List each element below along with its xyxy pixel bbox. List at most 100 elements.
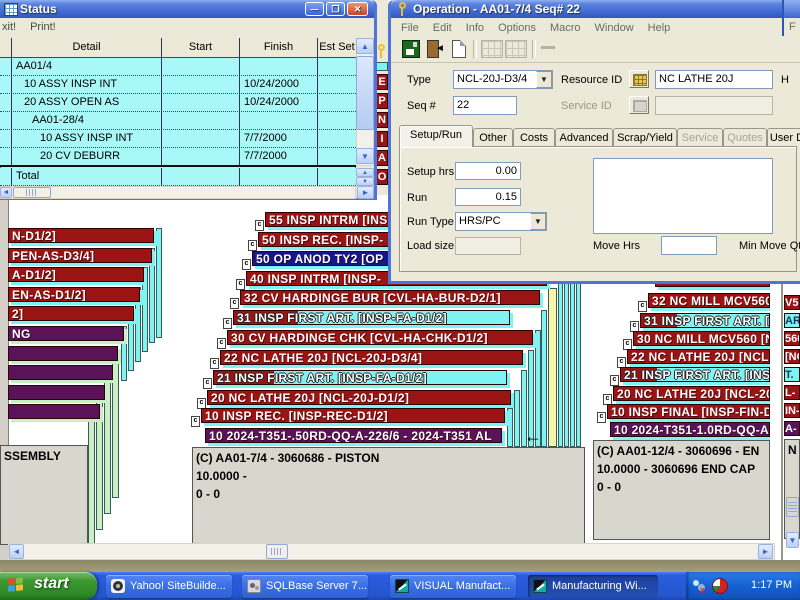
taskbar-task-manufacturing-wi-[interactable]: Manufacturing Wi... [528, 575, 658, 598]
tab-setup-run[interactable]: Setup/Run [399, 125, 473, 147]
taskbar-task-sqlbase-server-7-[interactable]: SQLBase Server 7... [242, 575, 368, 598]
resource-lookup-button[interactable] [629, 70, 649, 88]
status-hscrollbar[interactable] [0, 186, 356, 199]
gantt-bar-body: 21 INSP FIRST ART. [INSP [620, 367, 770, 382]
gantt-bar-left-9[interactable] [0, 404, 102, 426]
table-row[interactable]: 20 ASSY OPEN AS10/24/2000 [0, 94, 356, 112]
column-header-estset[interactable]: Est Set [318, 38, 356, 58]
menu-item[interactable]: Macro [550, 22, 581, 34]
menu-item[interactable]: File [401, 22, 419, 34]
tab-user-de[interactable]: User De [767, 128, 800, 147]
status-spinner-up[interactable]: ▲ [356, 168, 374, 177]
minimize-button[interactable]: — [305, 2, 324, 16]
column-header-detail[interactable]: Detail [12, 38, 162, 58]
gantt-bar-left-4[interactable]: 2] [0, 306, 136, 328]
row-gutter [0, 130, 12, 148]
gantt-bar-middle-6[interactable]: c30 CV HARDINGE CHK [CVL-HA-CHK-D1/2] [217, 330, 535, 352]
resource-id-field[interactable]: NC LATHE 20J [655, 70, 773, 89]
cell-finish: 10/24/2000 [240, 94, 318, 112]
table-row[interactable]: 10 ASSY INSP INT10/24/2000 [0, 76, 356, 94]
toolbar-separator-2 [532, 40, 536, 58]
gantt-bar-middle-4[interactable]: c32 CV HARDINGE BUR [CVL-HA-BUR-D2/1] [230, 290, 542, 312]
gantt-bar-middle-5[interactable]: c31 INSP FIRST ART. [INSP-FA-D1/2] [223, 310, 512, 332]
menu-item[interactable]: Options [498, 22, 536, 34]
taskbar-task-visual-manufact-[interactable]: VISUAL Manufact... [390, 575, 516, 598]
seq-field[interactable]: 22 [453, 96, 517, 115]
notes-textarea[interactable] [593, 158, 773, 234]
column-header-finish[interactable]: Finish [240, 38, 318, 58]
status-vscroll-thumb[interactable] [356, 56, 374, 130]
gantt-bar-label: 40 INSP INTRM [INSP- [250, 272, 381, 286]
tab-advanced[interactable]: Advanced [555, 128, 613, 147]
gantt-hscroll-thumb[interactable] [266, 544, 288, 559]
gantt-bar-left-0[interactable]: N-D1/2] [0, 228, 156, 250]
operation-titlebar[interactable]: Operation - AA01-7/4 Seq# 22 [391, 0, 800, 18]
close-button[interactable]: ✕ [347, 2, 368, 16]
save-button[interactable] [401, 39, 421, 59]
table-row[interactable]: AA01-28/4 [0, 112, 356, 130]
status-hscroll-thumb[interactable] [13, 187, 51, 198]
new-document-button[interactable] [449, 39, 469, 59]
type-dropdown-arrow[interactable]: ▼ [536, 71, 552, 88]
tab-service[interactable]: Service [677, 128, 723, 147]
table-row[interactable]: AA01/4 [0, 58, 356, 76]
tab-quotes[interactable]: Quotes [723, 128, 767, 147]
gantt-bar-middle-7[interactable]: c22 NC LATHE 20J [NCL-20J-D3/4] [210, 350, 525, 372]
status-vscroll-down-button[interactable]: ▼ [356, 148, 374, 164]
menu-item[interactable]: Help [648, 22, 671, 34]
work-order-card-left[interactable]: SSEMBLY [0, 445, 88, 545]
grid-button-disabled-2[interactable] [505, 40, 527, 58]
menu-item[interactable]: Print! [30, 21, 56, 33]
tray-antivirus-icon[interactable] [712, 578, 728, 594]
taskbar-task-yahoo-sitebuilde-[interactable]: Yahoo! SiteBuilde... [106, 575, 232, 598]
menu-item[interactable]: xit! [2, 21, 16, 33]
line-button-disabled[interactable] [541, 46, 555, 49]
start-button[interactable]: start [0, 572, 97, 600]
background-vscroll-thumb[interactable] [786, 497, 799, 517]
status-vscroll-up-button[interactable]: ▲ [356, 38, 374, 54]
run-type-dropdown-arrow[interactable]: ▼ [530, 213, 546, 230]
gantt-hscrollbar[interactable] [8, 543, 775, 560]
tab-other[interactable]: Other [473, 128, 513, 147]
tab-costs[interactable]: Costs [513, 128, 555, 147]
gantt-hscroll-left-button[interactable]: ◄ [9, 544, 24, 559]
service-id-field-disabled [655, 96, 773, 115]
grid-button-disabled-1[interactable] [481, 40, 503, 58]
cell-estset [318, 112, 356, 130]
menu-item[interactable]: Window [595, 22, 634, 34]
table-row[interactable]: 10 ASSY INSP INT7/7/2000 [0, 130, 356, 148]
work-order-card-middle[interactable]: (C) AA01-7/4 - 3060686 - PISTON10.0000 -… [192, 447, 585, 545]
menu-item[interactable]: Info [466, 22, 484, 34]
gantt-bar-left-2[interactable]: A-D1/2] [0, 267, 146, 289]
gantt-bar-middle-10[interactable]: c10 INSP REC. [INSP-REC-D1/2] [191, 408, 507, 430]
status-hscroll-right-button[interactable]: ► [357, 186, 374, 199]
background-vscroll-down-button[interactable]: ▼ [786, 532, 799, 548]
gantt-bar-label: 21 INSP FIRST ART. [INSP [624, 368, 770, 382]
toolbar-separator [473, 40, 477, 58]
run-field[interactable]: 0.15 [455, 188, 521, 206]
setup-hrs-field[interactable]: 0.00 [455, 162, 521, 180]
gantt-bar-middle-8[interactable]: c21 INSP FIRST ART. [INSP-FA-D1/2] [203, 370, 509, 392]
tray-users-offline-icon[interactable]: x [692, 578, 708, 594]
clipped-bar-fragment: V560 [ [784, 295, 800, 310]
gantt-hscroll-right-button[interactable]: ► [758, 544, 773, 559]
gantt-bar-left-7[interactable] [0, 365, 115, 387]
status-spinner-down[interactable]: ▼ [356, 177, 374, 186]
maximize-button[interactable]: ❒ [326, 2, 345, 16]
column-header-start[interactable]: Start [162, 38, 240, 58]
hidden-bar-letter: A [376, 150, 388, 166]
status-titlebar[interactable]: Status — ❒ ✕ [0, 0, 374, 18]
visual-icon [395, 579, 409, 593]
menu-item[interactable]: Edit [433, 22, 452, 34]
table-row[interactable]: 20 CV DEBURR7/7/2000 [0, 148, 356, 166]
gantt-bar-right-1[interactable]: c32 NC MILL MCV560 [NC [638, 293, 772, 315]
status-hscroll-left-button[interactable]: ◄ [0, 187, 12, 198]
cell-detail: AA01-28/4 [12, 112, 162, 130]
move-hrs-field[interactable] [661, 236, 717, 255]
tab-scrap-yield[interactable]: Scrap/Yield [613, 128, 677, 147]
work-order-card-right[interactable]: (C) AA01-12/4 - 3060696 - EN10.0000 - 30… [593, 440, 770, 540]
gantt-bar-left-5[interactable]: NG [0, 326, 126, 348]
exit-button[interactable]: ◄ [425, 39, 445, 59]
visual-icon [533, 579, 547, 593]
card-edge-strip [88, 412, 95, 545]
